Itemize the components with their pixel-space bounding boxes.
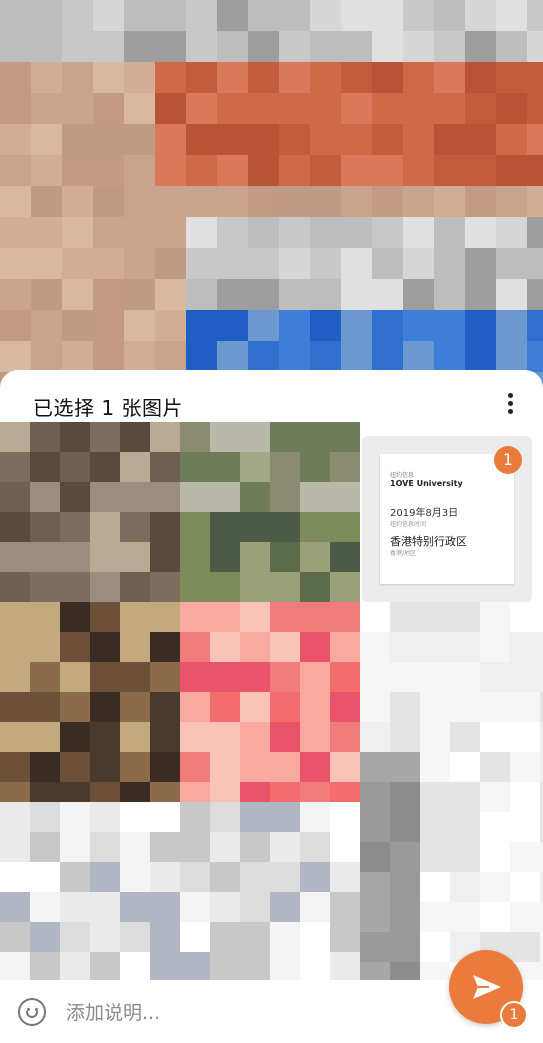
gallery-photo-4[interactable] [360, 602, 543, 982]
selected-photo-card[interactable]: 纽约信息 1OVE University 2019年8月3日 纽约信息时间 香港… [362, 436, 532, 602]
photo-gallery: 纽约信息 1OVE University 2019年8月3日 纽约信息时间 香港… [0, 422, 543, 982]
selection-count-badge: 1 [494, 446, 522, 474]
doc-line-5: 香港特别行政区 [390, 535, 467, 548]
sheet-header: 已选择 1 张图片 [0, 370, 543, 426]
doc-line-1: 纽约信息 [390, 472, 415, 479]
more-options-button[interactable] [498, 390, 522, 420]
send-icon [473, 975, 501, 999]
doc-line-6: 香港/地区 [390, 550, 417, 557]
gallery-photo-1[interactable] [0, 422, 180, 802]
send-count-badge: 1 [500, 1001, 528, 1029]
background-photo [0, 0, 543, 400]
gallery-photo-3[interactable] [0, 802, 360, 982]
sheet-title: 已选择 1 张图片 [33, 396, 183, 420]
doc-line-3: 2019年8月3日 [390, 508, 459, 519]
doc-line-4: 纽约信息时间 [390, 521, 427, 528]
document-thumbnail: 纽约信息 1OVE University 2019年8月3日 纽约信息时间 香港… [380, 454, 514, 584]
caption-input[interactable] [64, 996, 438, 1030]
image-picker-sheet: 已选择 1 张图片 纽约信息 1OVE University 2019年8月3日… [0, 370, 543, 1043]
emoji-icon[interactable] [18, 998, 46, 1026]
gallery-photo-2[interactable] [180, 422, 360, 802]
doc-line-2: 1OVE University [390, 479, 463, 488]
more-vertical-icon [507, 393, 513, 398]
